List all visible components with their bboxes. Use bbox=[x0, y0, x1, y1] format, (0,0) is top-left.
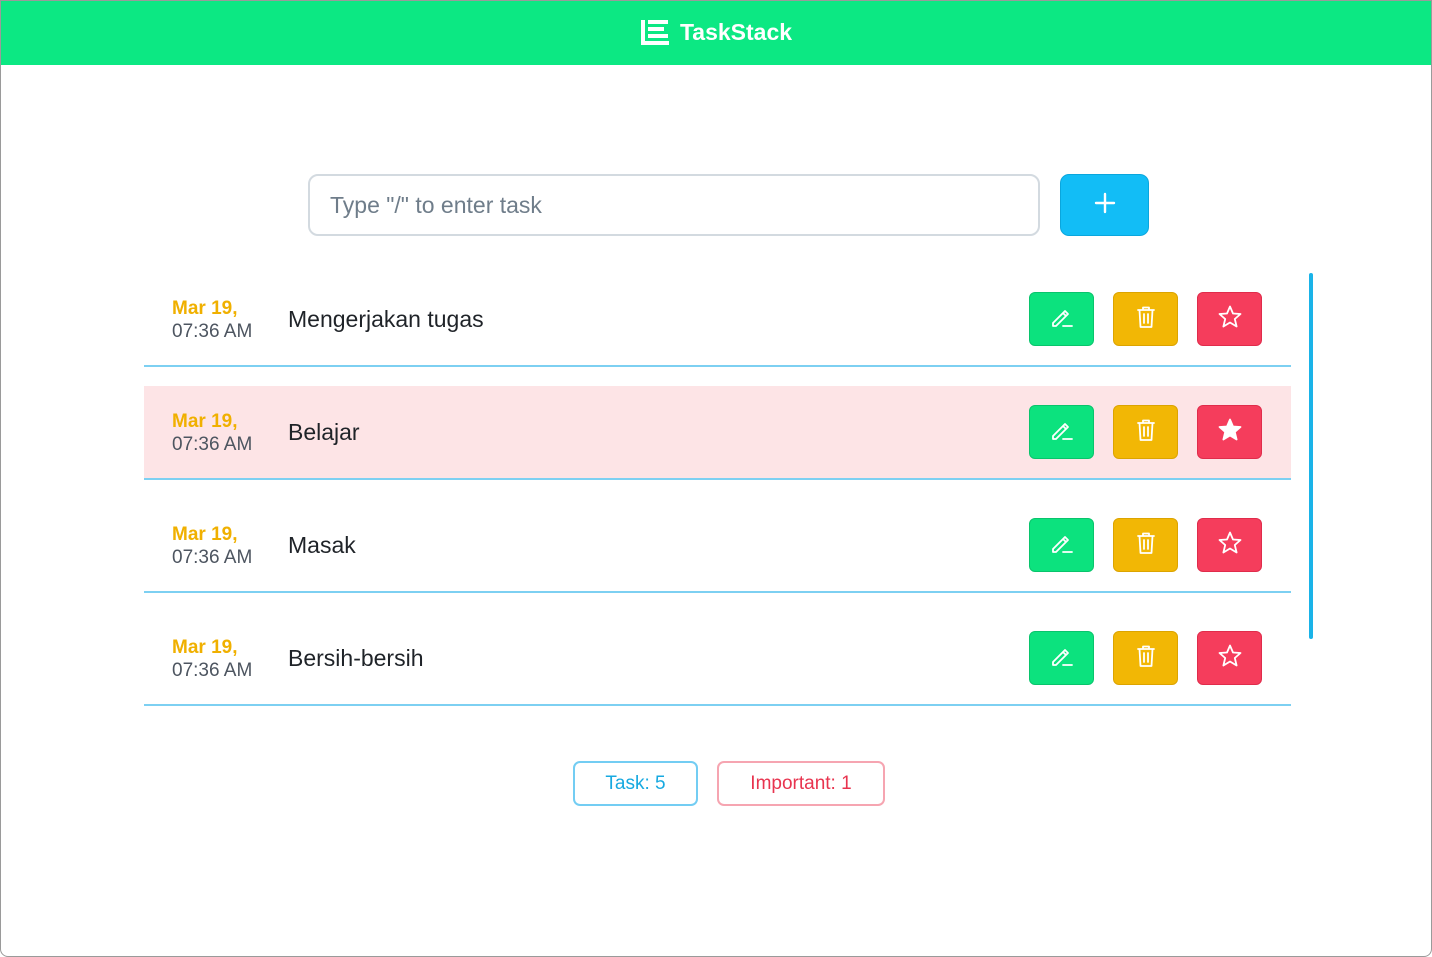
brand[interactable]: TaskStack bbox=[640, 17, 792, 47]
delete-task-button[interactable] bbox=[1113, 292, 1178, 346]
app-window: TaskStack Mar 19, 07:36 AM Mengerjakan t… bbox=[0, 0, 1432, 957]
delete-task-button[interactable] bbox=[1113, 518, 1178, 572]
task-row: Mar 19, 07:36 AM Masak bbox=[144, 499, 1291, 593]
edit-task-button[interactable] bbox=[1029, 518, 1094, 572]
stacked-list-icon bbox=[640, 17, 670, 47]
star-outline-icon bbox=[1216, 642, 1244, 675]
task-actions bbox=[1029, 518, 1262, 572]
delete-task-button[interactable] bbox=[1113, 405, 1178, 459]
task-title: Bersih-bersih bbox=[288, 645, 424, 671]
edit-task-button[interactable] bbox=[1029, 292, 1094, 346]
important-count-badge: Important: 1 bbox=[717, 761, 885, 806]
pencil-icon bbox=[1048, 642, 1076, 675]
app-title: TaskStack bbox=[679, 18, 793, 45]
task-count-badge: Task: 5 bbox=[573, 761, 698, 806]
delete-task-button[interactable] bbox=[1113, 631, 1178, 685]
mark-important-button[interactable] bbox=[1197, 631, 1262, 685]
task-date: Mar 19, bbox=[172, 637, 238, 658]
task-row: Mar 19, 07:36 AM Belajar bbox=[144, 386, 1291, 480]
task-title: Belajar bbox=[288, 419, 360, 445]
task-date: Mar 19, bbox=[172, 411, 238, 432]
task-row: Mar 19, 07:36 AM Mengerjakan tugas bbox=[144, 273, 1291, 367]
trash-icon bbox=[1133, 417, 1159, 448]
trash-icon bbox=[1133, 304, 1159, 335]
task-timestamp: Mar 19, 07:36 AM bbox=[172, 297, 252, 343]
edit-task-button[interactable] bbox=[1029, 631, 1094, 685]
task-time: 07:36 AM bbox=[172, 321, 253, 342]
mark-important-button[interactable] bbox=[1197, 518, 1262, 572]
plus-icon bbox=[1093, 191, 1117, 220]
task-time: 07:36 AM bbox=[172, 434, 253, 455]
trash-icon bbox=[1133, 530, 1159, 561]
star-outline-icon bbox=[1216, 303, 1244, 336]
task-actions bbox=[1029, 405, 1262, 459]
task-counters: Task: 5 Important: 1 bbox=[573, 761, 885, 806]
task-time: 07:36 AM bbox=[172, 547, 253, 568]
star-filled-icon bbox=[1216, 416, 1244, 449]
task-input-row bbox=[308, 174, 1149, 236]
task-time: 07:36 AM bbox=[172, 660, 253, 681]
mark-important-button[interactable] bbox=[1197, 292, 1262, 346]
pencil-icon bbox=[1048, 416, 1076, 449]
task-date: Mar 19, bbox=[172, 524, 238, 545]
trash-icon bbox=[1133, 643, 1159, 674]
task-title: Mengerjakan tugas bbox=[288, 306, 484, 332]
task-input[interactable] bbox=[308, 174, 1040, 236]
task-row: Mar 19, 07:36 AM Bersih-bersih bbox=[144, 612, 1291, 706]
pencil-icon bbox=[1048, 303, 1076, 336]
task-list-scrollbar[interactable] bbox=[1309, 273, 1313, 639]
pencil-icon bbox=[1048, 529, 1076, 562]
edit-task-button[interactable] bbox=[1029, 405, 1094, 459]
task-actions bbox=[1029, 292, 1262, 346]
task-timestamp: Mar 19, 07:36 AM bbox=[172, 636, 252, 682]
task-date: Mar 19, bbox=[172, 298, 238, 319]
task-actions bbox=[1029, 631, 1262, 685]
mark-important-button[interactable] bbox=[1197, 405, 1262, 459]
star-outline-icon bbox=[1216, 529, 1244, 562]
task-timestamp: Mar 19, 07:36 AM bbox=[172, 410, 252, 456]
task-list: Mar 19, 07:36 AM Mengerjakan tugas Mar 1… bbox=[144, 273, 1291, 725]
task-timestamp: Mar 19, 07:36 AM bbox=[172, 523, 252, 569]
navbar: TaskStack bbox=[1, 1, 1431, 65]
add-task-button[interactable] bbox=[1060, 174, 1149, 236]
task-title: Masak bbox=[288, 532, 356, 558]
